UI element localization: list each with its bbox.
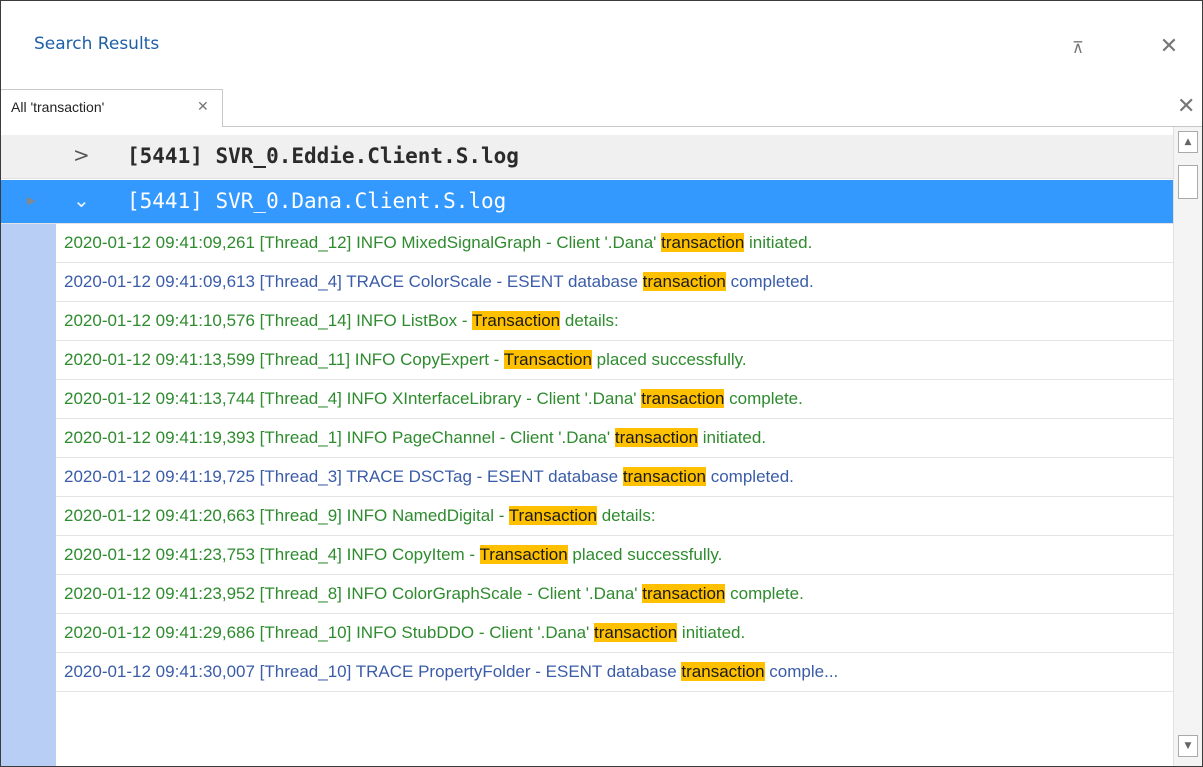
log-line-row[interactable]: 2020-01-12 09:41:20,663 [Thread_9] INFO … [56, 498, 1173, 536]
group-label: [5441] SVR_0.Eddie.Client.S.log [127, 144, 519, 168]
log-line-text: 2020-01-12 09:41:30,007 [Thread_10] TRAC… [64, 662, 838, 682]
scroll-down-icon[interactable]: ▼ [1178, 735, 1198, 757]
current-row-marker-icon: ▶ [27, 194, 36, 207]
search-hit-highlight: transaction [641, 389, 725, 408]
log-line-suffix: completed. [706, 467, 794, 486]
tab-close-icon[interactable]: ✕ [197, 99, 209, 115]
search-results-panel: Search Results ⊼ ✕ All 'transaction' ✕ ✕… [0, 0, 1203, 767]
log-line-row[interactable]: 2020-01-12 09:41:23,952 [Thread_8] INFO … [56, 576, 1173, 614]
log-line-prefix: 2020-01-12 09:41:09,613 [Thread_4] TRACE… [64, 272, 643, 291]
log-line-row[interactable]: 2020-01-12 09:41:10,576 [Thread_14] INFO… [56, 303, 1173, 341]
close-icon[interactable]: ✕ [1157, 35, 1181, 59]
log-line-prefix: 2020-01-12 09:41:30,007 [Thread_10] TRAC… [64, 662, 682, 681]
log-line-row[interactable]: 2020-01-12 09:41:09,613 [Thread_4] TRACE… [56, 264, 1173, 302]
log-line-text: 2020-01-12 09:41:13,744 [Thread_4] INFO … [64, 389, 803, 409]
log-line-row[interactable]: 2020-01-12 09:41:19,725 [Thread_3] TRACE… [56, 459, 1173, 497]
group-row-eddie[interactable]: > [5441] SVR_0.Eddie.Client.S.log [1, 135, 1173, 179]
chevron-right-icon[interactable]: > [73, 143, 90, 167]
scroll-thumb[interactable] [1178, 165, 1198, 199]
log-line-text: 2020-01-12 09:41:29,686 [Thread_10] INFO… [64, 623, 745, 643]
panel-title: Search Results [34, 34, 160, 54]
log-line-prefix: 2020-01-12 09:41:20,663 [Thread_9] INFO … [64, 506, 509, 525]
search-hit-highlight: transaction [614, 428, 699, 447]
scroll-up-icon[interactable]: ▲ [1178, 131, 1198, 153]
log-line-row[interactable]: 2020-01-12 09:41:19,393 [Thread_1] INFO … [56, 420, 1173, 458]
panel-title-bar: Search Results ⊼ ✕ [1, 1, 1202, 85]
log-line-row[interactable]: 2020-01-12 09:41:09,261 [Thread_12] INFO… [56, 225, 1173, 263]
log-line-suffix: placed successfully. [591, 350, 747, 369]
log-line-prefix: 2020-01-12 09:41:09,261 [Thread_12] INFO… [64, 233, 662, 252]
search-hit-highlight: Transaction [471, 311, 561, 330]
group-label: [5441] SVR_0.Dana.Client.S.log [127, 189, 507, 213]
log-line-prefix: 2020-01-12 09:41:19,393 [Thread_1] INFO … [64, 428, 615, 447]
tab-all-transaction[interactable]: All 'transaction' ✕ [1, 89, 223, 127]
log-line-suffix: placed successfully. [567, 545, 723, 564]
log-line-suffix: details: [560, 311, 619, 330]
log-line-suffix: comple... [764, 662, 839, 681]
search-hit-highlight: transaction [594, 623, 678, 642]
tab-label: All 'transaction' [11, 99, 105, 115]
log-line-suffix: initiated. [698, 428, 767, 447]
search-hit-highlight: transaction [622, 467, 706, 486]
log-line-text: 2020-01-12 09:41:23,952 [Thread_8] INFO … [64, 584, 804, 604]
vertical-scrollbar[interactable]: ▲ ▼ [1173, 127, 1202, 766]
log-line-text: 2020-01-12 09:41:09,613 [Thread_4] TRACE… [64, 272, 814, 292]
group-row-dana[interactable]: ▶ ⌄ [5441] SVR_0.Dana.Client.S.log [1, 180, 1173, 224]
log-line-text: 2020-01-12 09:41:13,599 [Thread_11] INFO… [64, 350, 747, 370]
log-line-prefix: 2020-01-12 09:41:19,725 [Thread_3] TRACE… [64, 467, 623, 486]
tab-strip: All 'transaction' ✕ ✕ [1, 89, 1202, 127]
log-line-suffix: initiated. [744, 233, 813, 252]
log-line-suffix: initiated. [677, 623, 746, 642]
search-hit-highlight: transaction [681, 662, 765, 681]
search-hit-highlight: transaction [661, 233, 745, 252]
close-all-tabs-icon[interactable]: ✕ [1177, 94, 1195, 119]
log-line-suffix: completed. [725, 272, 814, 291]
log-line-text: 2020-01-12 09:41:10,576 [Thread_14] INFO… [64, 311, 619, 331]
log-line-text: 2020-01-12 09:41:09,261 [Thread_12] INFO… [64, 233, 812, 253]
log-line-prefix: 2020-01-12 09:41:23,753 [Thread_4] INFO … [64, 545, 480, 564]
search-hit-highlight: Transaction [508, 506, 597, 525]
log-line-prefix: 2020-01-12 09:41:13,599 [Thread_11] INFO… [64, 350, 504, 369]
log-line-row[interactable]: 2020-01-12 09:41:30,007 [Thread_10] TRAC… [56, 654, 1173, 692]
search-hit-highlight: transaction [642, 272, 726, 291]
results-tree: > [5441] SVR_0.Eddie.Client.S.log ▶ ⌄ [5… [1, 127, 1173, 766]
log-line-text: 2020-01-12 09:41:19,725 [Thread_3] TRACE… [64, 467, 794, 487]
chevron-down-icon[interactable]: ⌄ [73, 188, 90, 212]
log-line-row[interactable]: 2020-01-12 09:41:13,744 [Thread_4] INFO … [56, 381, 1173, 419]
log-line-prefix: 2020-01-12 09:41:29,686 [Thread_10] INFO… [64, 623, 595, 642]
pin-icon[interactable]: ⊼ [1067, 37, 1089, 59]
log-line-row[interactable]: 2020-01-12 09:41:13,599 [Thread_11] INFO… [56, 342, 1173, 380]
search-hit-highlight: transaction [642, 584, 726, 603]
log-line-suffix: complete. [724, 389, 803, 408]
row-gutter [1, 215, 56, 766]
log-line-row[interactable]: 2020-01-12 09:41:29,686 [Thread_10] INFO… [56, 615, 1173, 653]
search-hit-highlight: Transaction [479, 545, 568, 564]
log-line-row[interactable]: 2020-01-12 09:41:23,753 [Thread_4] INFO … [56, 537, 1173, 575]
log-line-text: 2020-01-12 09:41:19,393 [Thread_1] INFO … [64, 428, 766, 448]
log-line-prefix: 2020-01-12 09:41:23,952 [Thread_8] INFO … [64, 584, 643, 603]
search-hit-highlight: Transaction [503, 350, 592, 369]
log-line-prefix: 2020-01-12 09:41:13,744 [Thread_4] INFO … [64, 389, 642, 408]
log-line-prefix: 2020-01-12 09:41:10,576 [Thread_14] INFO… [64, 311, 472, 330]
log-line-text: 2020-01-12 09:41:20,663 [Thread_9] INFO … [64, 506, 656, 526]
log-line-suffix: complete. [725, 584, 804, 603]
log-line-suffix: details: [596, 506, 656, 525]
log-line-text: 2020-01-12 09:41:23,753 [Thread_4] INFO … [64, 545, 722, 565]
